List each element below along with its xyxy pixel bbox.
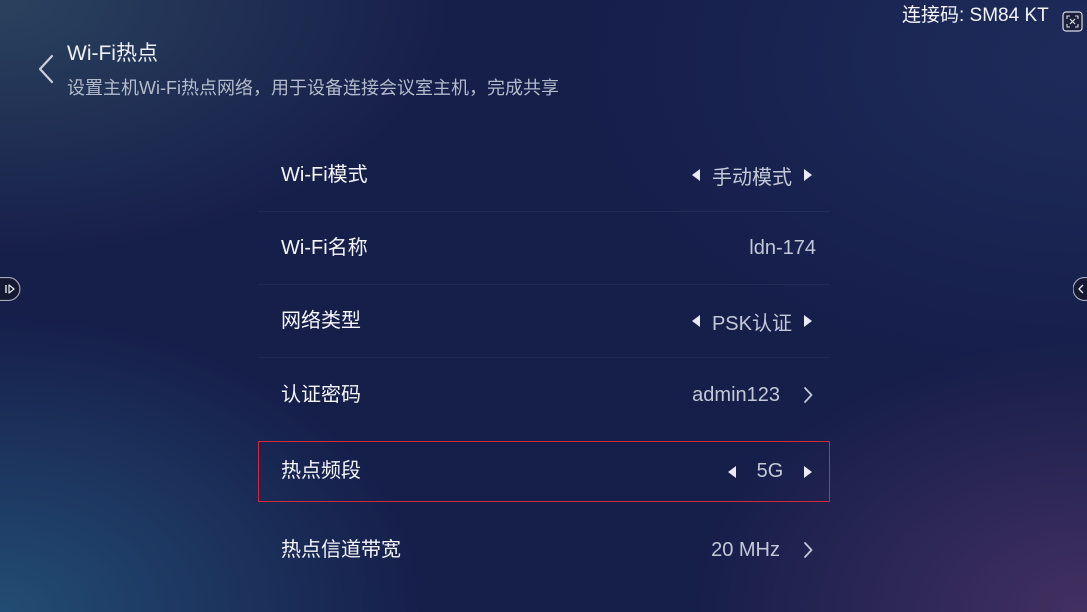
caret-right-icon[interactable] bbox=[804, 169, 812, 181]
hotspot-band-selector[interactable]: 5G bbox=[728, 442, 812, 501]
chevron-right-icon bbox=[803, 541, 813, 559]
chevron-left-icon bbox=[34, 52, 58, 86]
setting-value: 20 MHz bbox=[711, 538, 780, 561]
channel-bandwidth-link[interactable]: 20 MHz bbox=[711, 520, 813, 580]
caret-left-icon[interactable] bbox=[728, 465, 736, 478]
page-subtitle: 设置主机Wi-Fi热点网络，用于设备连接会议室主机，完成共享 bbox=[67, 78, 559, 98]
close-window-icon[interactable] bbox=[1062, 11, 1083, 32]
setting-row-hotspot-band[interactable]: 热点频段 5G bbox=[258, 441, 830, 502]
setting-row-wifi-name[interactable]: Wi-Fi名称 ldn-174 bbox=[258, 218, 830, 285]
setting-label: 认证密码 bbox=[281, 384, 361, 406]
expand-panel-right-icon bbox=[0, 277, 21, 301]
caret-right-icon[interactable] bbox=[804, 315, 812, 327]
caret-left-icon[interactable] bbox=[692, 169, 700, 181]
right-panel-handle[interactable] bbox=[1073, 277, 1087, 301]
expand-panel-left-icon bbox=[1073, 277, 1087, 301]
setting-value: 手动模式 bbox=[712, 166, 792, 189]
setting-label: Wi-Fi模式 bbox=[281, 164, 368, 186]
wifi-mode-selector[interactable]: 手动模式 bbox=[692, 145, 812, 205]
back-button[interactable] bbox=[34, 52, 58, 86]
caret-left-icon[interactable] bbox=[691, 315, 700, 327]
setting-row-network-type[interactable]: 网络类型 PSK认证 bbox=[258, 291, 830, 358]
setting-row-channel-bandwidth[interactable]: 热点信道带宽 20 MHz bbox=[258, 520, 830, 580]
setting-label: 网络类型 bbox=[281, 310, 361, 332]
setting-value: PSK认证 bbox=[711, 312, 792, 335]
network-type-selector[interactable]: PSK认证 bbox=[691, 291, 812, 351]
setting-value: admin123 bbox=[692, 383, 780, 406]
connection-code-bar: 连接码: SM84 KT bbox=[902, 2, 1087, 30]
setting-row-auth-password[interactable]: 认证密码 admin123 bbox=[258, 365, 830, 425]
chevron-right-icon bbox=[803, 386, 813, 404]
connection-code: 连接码: SM84 KT bbox=[902, 5, 1049, 26]
caret-right-icon[interactable] bbox=[804, 465, 812, 478]
auth-password-link[interactable]: admin123 bbox=[692, 365, 813, 425]
setting-label: 热点频段 bbox=[281, 460, 361, 482]
page-title: Wi-Fi热点 bbox=[67, 42, 158, 65]
setting-value: 5G bbox=[756, 460, 784, 482]
setting-row-wifi-mode[interactable]: Wi-Fi模式 手动模式 bbox=[258, 145, 830, 212]
setting-label: Wi-Fi名称 bbox=[281, 237, 368, 259]
left-panel-handle[interactable] bbox=[0, 277, 21, 301]
setting-label: 热点信道带宽 bbox=[281, 539, 401, 561]
setting-value: ldn-174 bbox=[749, 236, 816, 259]
wifi-name-value: ldn-174 bbox=[749, 218, 816, 278]
